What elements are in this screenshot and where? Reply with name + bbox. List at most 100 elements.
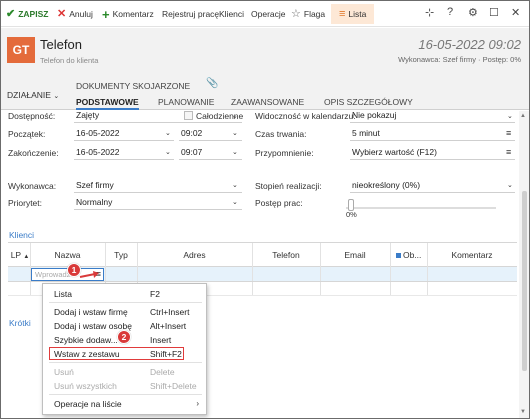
save-button[interactable]: ✔ ZAPISZ (6, 6, 48, 22)
column-header-lp[interactable]: LP ▲ (10, 250, 30, 260)
column-header-email[interactable]: Email (320, 250, 390, 260)
start-label: Początek: (8, 129, 46, 139)
priority-label: Priorytet: (8, 198, 43, 208)
record-badge: GT (7, 37, 35, 63)
marker-arrow (79, 271, 99, 278)
chevron-down-icon: ⌄ (232, 182, 238, 189)
end-label: Zakończenie: (8, 148, 59, 158)
allday-label: Całodzienne (196, 111, 244, 121)
progress-value: 0% (346, 210, 357, 219)
record-meta: Wykonawca: Szef firmy · Postęp: 0% (398, 55, 521, 64)
reminder-input[interactable]: Wybierz wartość (F12) (350, 146, 515, 160)
column-header-ob[interactable]: Ob... (390, 250, 427, 260)
highlight-insert-from-set (49, 347, 184, 360)
chevron-down-icon: ⌄ (53, 93, 60, 100)
chevron-down-icon: ⌄ (232, 149, 238, 156)
menu-item-list[interactable]: Lista (54, 289, 72, 299)
action-menu[interactable]: DZIAŁANIE ⌄ (7, 90, 59, 100)
end-date-input[interactable]: 16-05-2022 (74, 146, 174, 160)
duration-label: Czas trwania: (255, 129, 307, 139)
grid-header: LP ▲ Nazwa Typ Adres Telefon Email Ob...… (8, 243, 517, 267)
check-icon: ✔ (6, 7, 16, 20)
name-cell-placeholder: Wprowadź (35, 270, 71, 279)
menu-item-add-person[interactable]: Dodaj i wstaw osobę (54, 321, 132, 331)
tab-planning[interactable]: PLANOWANIE (158, 97, 214, 107)
flag-label: Flaga (303, 9, 326, 19)
realization-label: Stopień realizacji: (255, 181, 322, 191)
cancel-button[interactable]: ✕ Anuluj (57, 6, 93, 22)
duration-input[interactable]: 5 minut (350, 127, 515, 141)
operations-button[interactable]: Operacje (251, 6, 286, 22)
tab-advanced[interactable]: ZAAWANSOWANE (231, 97, 304, 107)
chevron-down-icon: ⌄ (232, 130, 238, 137)
priority-select[interactable]: Normalny (74, 196, 242, 210)
chevron-down-icon: ⌄ (232, 199, 238, 206)
menu-item-add-company[interactable]: Dodaj i wstaw firmę (54, 307, 128, 317)
save-label: ZAPISZ (18, 9, 49, 19)
allday-checkbox[interactable] (184, 111, 193, 120)
progress-label: Postęp prac: (255, 198, 303, 208)
reminder-label: Przypomnienie: (255, 148, 314, 158)
help-icon[interactable]: ? (447, 6, 453, 18)
step-marker-2: 2 (117, 330, 131, 344)
close-icon[interactable]: ✕ (511, 6, 520, 19)
tab-details[interactable]: OPIS SZCZEGÓŁOWY (324, 97, 413, 107)
executor-select[interactable]: Szef firmy (74, 179, 242, 193)
column-header-name[interactable]: Nazwa (30, 250, 105, 260)
new-item-icon[interactable]: ⊹ (425, 6, 434, 19)
column-header-type[interactable]: Typ (105, 250, 137, 260)
menu-separator (49, 362, 202, 363)
menu-shortcut-quick-add: Insert (150, 335, 172, 345)
list-icon[interactable]: ≡ (506, 128, 511, 138)
flag-button[interactable]: ☆ Flaga (291, 6, 325, 22)
menu-shortcut-add-person: Alt+Insert (150, 321, 187, 331)
paperclip-icon[interactable]: 📎 (206, 78, 218, 89)
chevron-right-icon: › (196, 399, 199, 408)
chevron-down-icon: ⌄ (165, 149, 171, 156)
column-header-address[interactable]: Adres (137, 250, 252, 260)
calendar-visibility-select[interactable]: Nie pokazuj (350, 109, 515, 123)
progress-slider-track[interactable] (346, 207, 496, 209)
menu-item-list-operations[interactable]: Operacje na liście (54, 399, 122, 409)
menu-shortcut-delete: Delete (150, 367, 175, 377)
chevron-down-icon: ⌄ (507, 182, 513, 189)
start-date-input[interactable]: 16-05-2022 (74, 127, 174, 141)
maximize-icon[interactable]: ☐ (489, 6, 499, 19)
column-header-phone[interactable]: Telefon (252, 250, 320, 260)
record-header: GT Telefon Telefon do klienta 16-05-2022… (1, 28, 529, 78)
menu-item-delete-all: Usuń wszystkich (54, 381, 117, 391)
gear-icon[interactable]: ⚙ (468, 6, 478, 19)
window: ✔ ZAPISZ ✕ Anuluj + Komentarz Rejestruj … (0, 0, 530, 419)
menu-shortcut-add-company: Ctrl+Insert (150, 307, 190, 317)
list-button[interactable]: ≡ Lista (331, 4, 375, 24)
menu-item-delete: Usuń (54, 367, 74, 377)
cancel-label: Anuluj (69, 9, 93, 19)
menu-separator (49, 302, 202, 303)
operations-label: Operacje (251, 9, 286, 19)
column-header-comment[interactable]: Komentarz (427, 250, 517, 260)
availability-label: Dostępność: (8, 111, 56, 121)
scrollbar-thumb[interactable] (522, 191, 527, 371)
list-icon[interactable]: ≡ (506, 147, 511, 157)
scroll-down-icon[interactable]: ▼ (520, 409, 526, 415)
list-icon: ≡ (339, 7, 346, 20)
menu-separator (49, 394, 202, 395)
tab-bar: DZIAŁANIE ⌄ DOKUMENTY SKOJARZONE 📎 PODST… (1, 78, 529, 110)
menu-item-quick-add[interactable]: Szybkie dodaw... (54, 335, 118, 345)
menu-shortcut-list: F2 (150, 289, 160, 299)
action-menu-label: DZIAŁANIE (7, 90, 51, 100)
record-title: Telefon (40, 37, 82, 52)
clients-button[interactable]: Klienci (219, 6, 244, 22)
short-description-title: Krótki (9, 318, 31, 328)
menu-shortcut-delete-all: Shift+Delete (150, 381, 197, 391)
plus-icon: + (102, 6, 110, 22)
register-work-button[interactable]: Rejestruj pracę (162, 6, 219, 22)
tab-documents[interactable]: DOKUMENTY SKOJARZONE (76, 81, 190, 91)
scroll-up-icon[interactable]: ▲ (520, 113, 526, 119)
realization-select[interactable]: nieokreślony (0%) (350, 179, 515, 193)
calendar-visibility-label: Widoczność w kalendarzu: (255, 111, 356, 121)
chevron-down-icon: ⌄ (507, 113, 513, 120)
comment-label: Komentarz (112, 9, 154, 19)
comment-button[interactable]: + Komentarz (102, 6, 154, 22)
executor-label: Wykonawca: (8, 181, 57, 191)
